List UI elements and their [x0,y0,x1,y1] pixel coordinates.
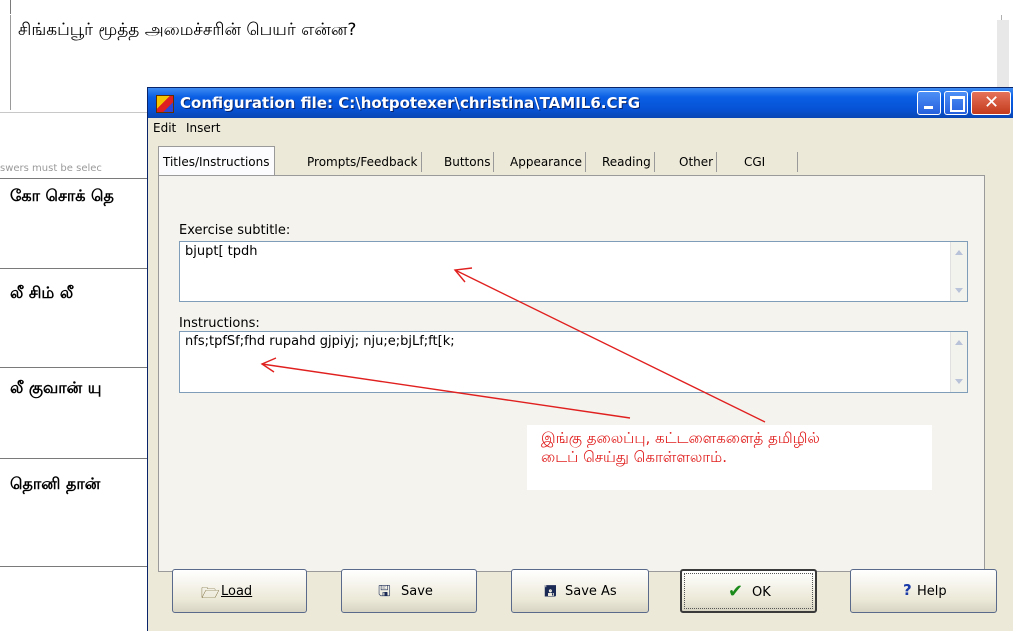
answer-3[interactable]: லீ குவான் யு [10,378,101,399]
floppy-save-as-icon: 🖪 [544,582,557,600]
dialog-title: Configuration file: C:\hotpotexer\christ… [180,94,641,112]
question-text: சிங்கப்பூர் மூத்த அமைச்சரின் பெயர் என்ன? [18,20,357,40]
dialog-titlebar[interactable]: Configuration file: C:\hotpotexer\christ… [148,88,1013,118]
subtitle-scrollbar[interactable] [950,242,967,301]
maximize-icon [950,96,965,112]
save-label: Save [401,584,433,599]
answer-1[interactable]: கோ சொக் தெ [10,186,114,207]
subtitle-value: bjupt[ tpdh [185,244,258,259]
close-icon: ✕ [984,92,1000,113]
answer-4[interactable]: தொனி தான் [10,474,100,495]
menu-edit[interactable]: Edit [153,121,176,135]
instructions-scrollbar[interactable] [950,332,967,392]
answers-hint: swers must be selec [0,163,102,174]
checkmark-icon: ✔ [728,581,744,602]
annotation-text: இங்கு தலைப்பு, கட்டளைகளைத் தமிழில் டைப் … [541,429,820,466]
scroll-up-icon [955,250,963,255]
save-as-label: Save As [565,584,617,599]
ok-button[interactable]: ✔ OK [680,569,817,613]
scroll-down-icon [955,288,963,293]
instructions-input[interactable]: nfs;tpfSf;fhd rupahd gjpiyj; nju;e;bjLf;… [179,331,968,393]
folder-open-icon: 🗁 [201,584,220,602]
floppy-disk-icon: 🖫 [378,582,391,600]
help-label: Help [917,584,947,599]
annotation-callout: இங்கு தலைப்பு, கட்டளைகளைத் தமிழில் டைப் … [527,425,932,490]
question-mark-icon: ? [903,581,912,599]
minimize-button[interactable] [917,91,941,115]
tab-buttons[interactable]: Buttons [441,152,495,172]
scroll-up-icon [955,340,963,345]
menu-insert[interactable]: Insert [186,121,220,135]
answer-2[interactable]: லீ சிம் லீ [10,283,73,304]
save-button[interactable]: 🖫 Save [341,569,477,613]
ok-label: OK [752,585,771,600]
help-button[interactable]: ? Help [850,569,997,613]
close-button[interactable]: ✕ [971,91,1011,115]
tab-reading[interactable]: Reading [599,152,655,172]
tab-prompts-feedback[interactable]: Prompts/Feedback [304,152,422,172]
save-as-button[interactable]: 🖪 Save As [511,569,649,613]
subtitle-label: Exercise subtitle: [179,223,291,238]
maximize-button[interactable] [944,91,968,115]
tab-other[interactable]: Other [676,152,718,172]
scroll-down-icon [955,379,963,384]
tab-titles-instructions[interactable]: Titles/Instructions [158,146,275,175]
tab-panel-titles-instructions: Exercise subtitle: bjupt[ tpdh Instructi… [158,175,985,572]
app-icon [156,95,174,113]
menu-bar: Edit Insert [148,118,1013,138]
tab-appearance[interactable]: Appearance [507,152,587,172]
configuration-dialog: Configuration file: C:\hotpotexer\christ… [148,88,1013,631]
load-label: Load [221,584,253,599]
load-button[interactable]: 🗁 Load [172,569,307,613]
subtitle-input[interactable]: bjupt[ tpdh [179,241,968,302]
tab-cgi[interactable]: CGI [741,152,799,172]
minimize-icon [924,106,933,109]
instructions-value: nfs;tpfSf;fhd rupahd gjpiyj; nju;e;bjLf;… [185,334,455,349]
instructions-label: Instructions: [179,316,260,331]
